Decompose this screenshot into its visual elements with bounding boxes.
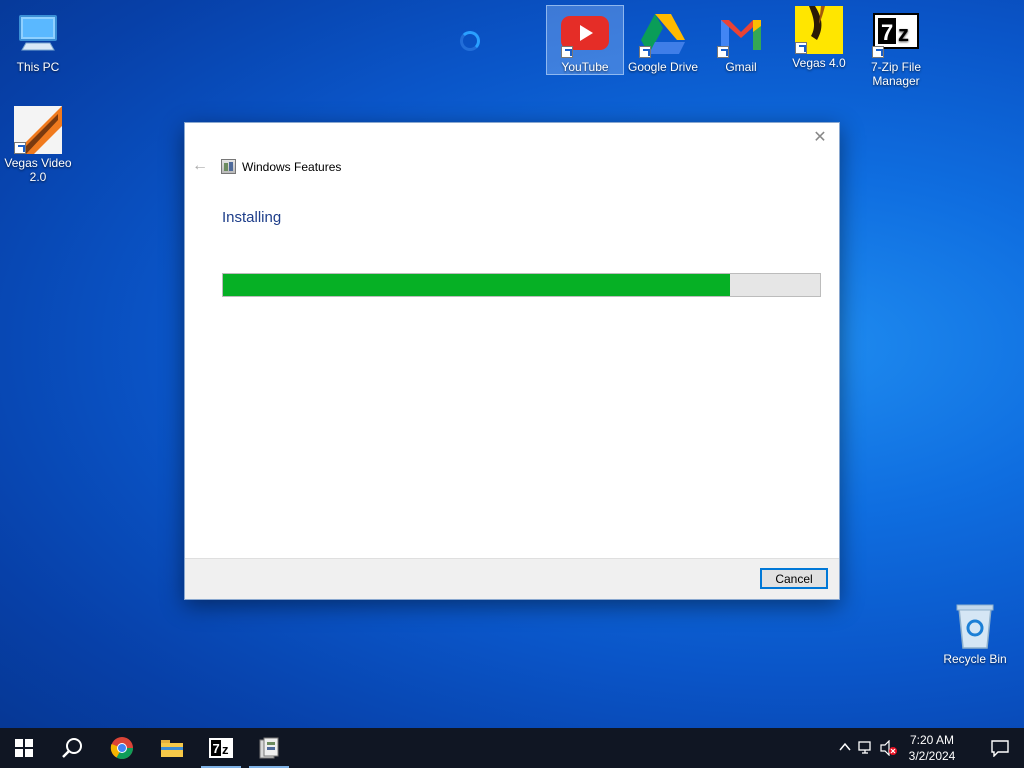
windows-features-dialog: ✕ ← Windows Features Installing Cancel: [184, 122, 840, 600]
desktop-icon-7zip[interactable]: 7 z 7-Zip File Manager: [858, 10, 934, 88]
show-hidden-icons-chevron-icon[interactable]: [838, 740, 852, 754]
desktop-icon-google-drive[interactable]: Google Drive: [625, 10, 701, 74]
search-button[interactable]: [48, 728, 96, 768]
desktop-icon-label: Gmail: [725, 60, 757, 74]
recycle-bin-icon: [951, 602, 999, 650]
desktop-icon-gmail[interactable]: Gmail: [703, 10, 779, 74]
status-heading: Installing: [222, 209, 282, 226]
windows-features-icon: [259, 737, 279, 759]
desktop-icon-label: 7-Zip File Manager: [870, 60, 921, 88]
taskbar-file-explorer[interactable]: [148, 728, 196, 768]
vegas-4-icon: [795, 6, 843, 54]
close-button[interactable]: ✕: [809, 127, 831, 149]
computer-icon: [14, 10, 62, 58]
dialog-footer: Cancel: [185, 558, 839, 599]
network-icon[interactable]: [858, 740, 874, 756]
shortcut-arrow-icon: [639, 46, 651, 58]
gmail-icon: [717, 10, 765, 58]
desktop-icon-recycle-bin[interactable]: Recycle Bin: [937, 602, 1013, 666]
desktop-icon-vegas-4[interactable]: Vegas 4.0: [781, 6, 857, 70]
folder-icon: [161, 740, 183, 757]
windows-logo-icon: [15, 739, 33, 757]
svg-text:7: 7: [213, 741, 220, 756]
chrome-icon: [110, 737, 133, 759]
vegas-video-icon: [14, 106, 62, 154]
desktop-icon-label: Google Drive: [627, 60, 699, 74]
system-tray: 7:20 AM 3/2/2024: [834, 728, 1024, 768]
dialog-title: Windows Features: [221, 159, 341, 174]
shortcut-arrow-icon: [717, 46, 729, 58]
desktop-icon-youtube[interactable]: YouTube: [546, 5, 624, 75]
clock-time: 7:20 AM: [909, 733, 955, 747]
cancel-button[interactable]: Cancel: [760, 568, 828, 589]
google-drive-icon: [639, 10, 687, 58]
svg-text:7: 7: [881, 20, 893, 45]
shortcut-arrow-icon: [14, 142, 26, 154]
desktop-icon-label: Recycle Bin: [943, 652, 1007, 666]
action-center-button[interactable]: [990, 739, 1010, 758]
desktop-icon-label: This PC: [16, 60, 60, 74]
taskbar-7zip[interactable]: 7 z: [197, 728, 245, 768]
shortcut-arrow-icon: [561, 46, 573, 58]
7zip-icon: 7 z: [872, 10, 920, 58]
shortcut-arrow-icon: [872, 46, 884, 58]
taskbar-clock[interactable]: 7:20 AM 3/2/2024: [902, 732, 962, 764]
svg-text:z: z: [898, 21, 909, 46]
back-arrow-icon[interactable]: ←: [191, 157, 209, 175]
dialog-title-text: Windows Features: [242, 159, 342, 174]
shortcut-arrow-icon: [795, 42, 807, 54]
desktop-icon-vegas-video[interactable]: Vegas Video 2.0: [0, 106, 76, 184]
volume-muted-icon[interactable]: [880, 739, 898, 757]
desktop-icon-this-pc[interactable]: This PC: [0, 10, 76, 74]
taskbar-windows-features[interactable]: [245, 728, 293, 768]
start-button[interactable]: [0, 728, 48, 768]
search-icon: [62, 738, 82, 758]
desktop-icon-label: YouTube: [561, 60, 609, 74]
taskbar-chrome[interactable]: [98, 728, 146, 768]
desktop-icon-label: Vegas Video 2.0: [4, 156, 72, 184]
youtube-icon: [561, 10, 609, 58]
progress-fill: [223, 274, 731, 296]
windows-features-icon: [221, 159, 236, 174]
install-progress-bar: [222, 273, 821, 297]
busy-cursor-icon: [460, 31, 480, 51]
notification-icon: [991, 740, 1009, 758]
clock-date: 3/2/2024: [908, 749, 956, 763]
svg-text:z: z: [222, 742, 229, 757]
7zip-icon: 7 z: [209, 738, 233, 758]
taskbar: 7 z 7:20 AM 3/2/2024: [0, 728, 1024, 768]
desktop-icon-label: Vegas 4.0: [792, 56, 846, 70]
